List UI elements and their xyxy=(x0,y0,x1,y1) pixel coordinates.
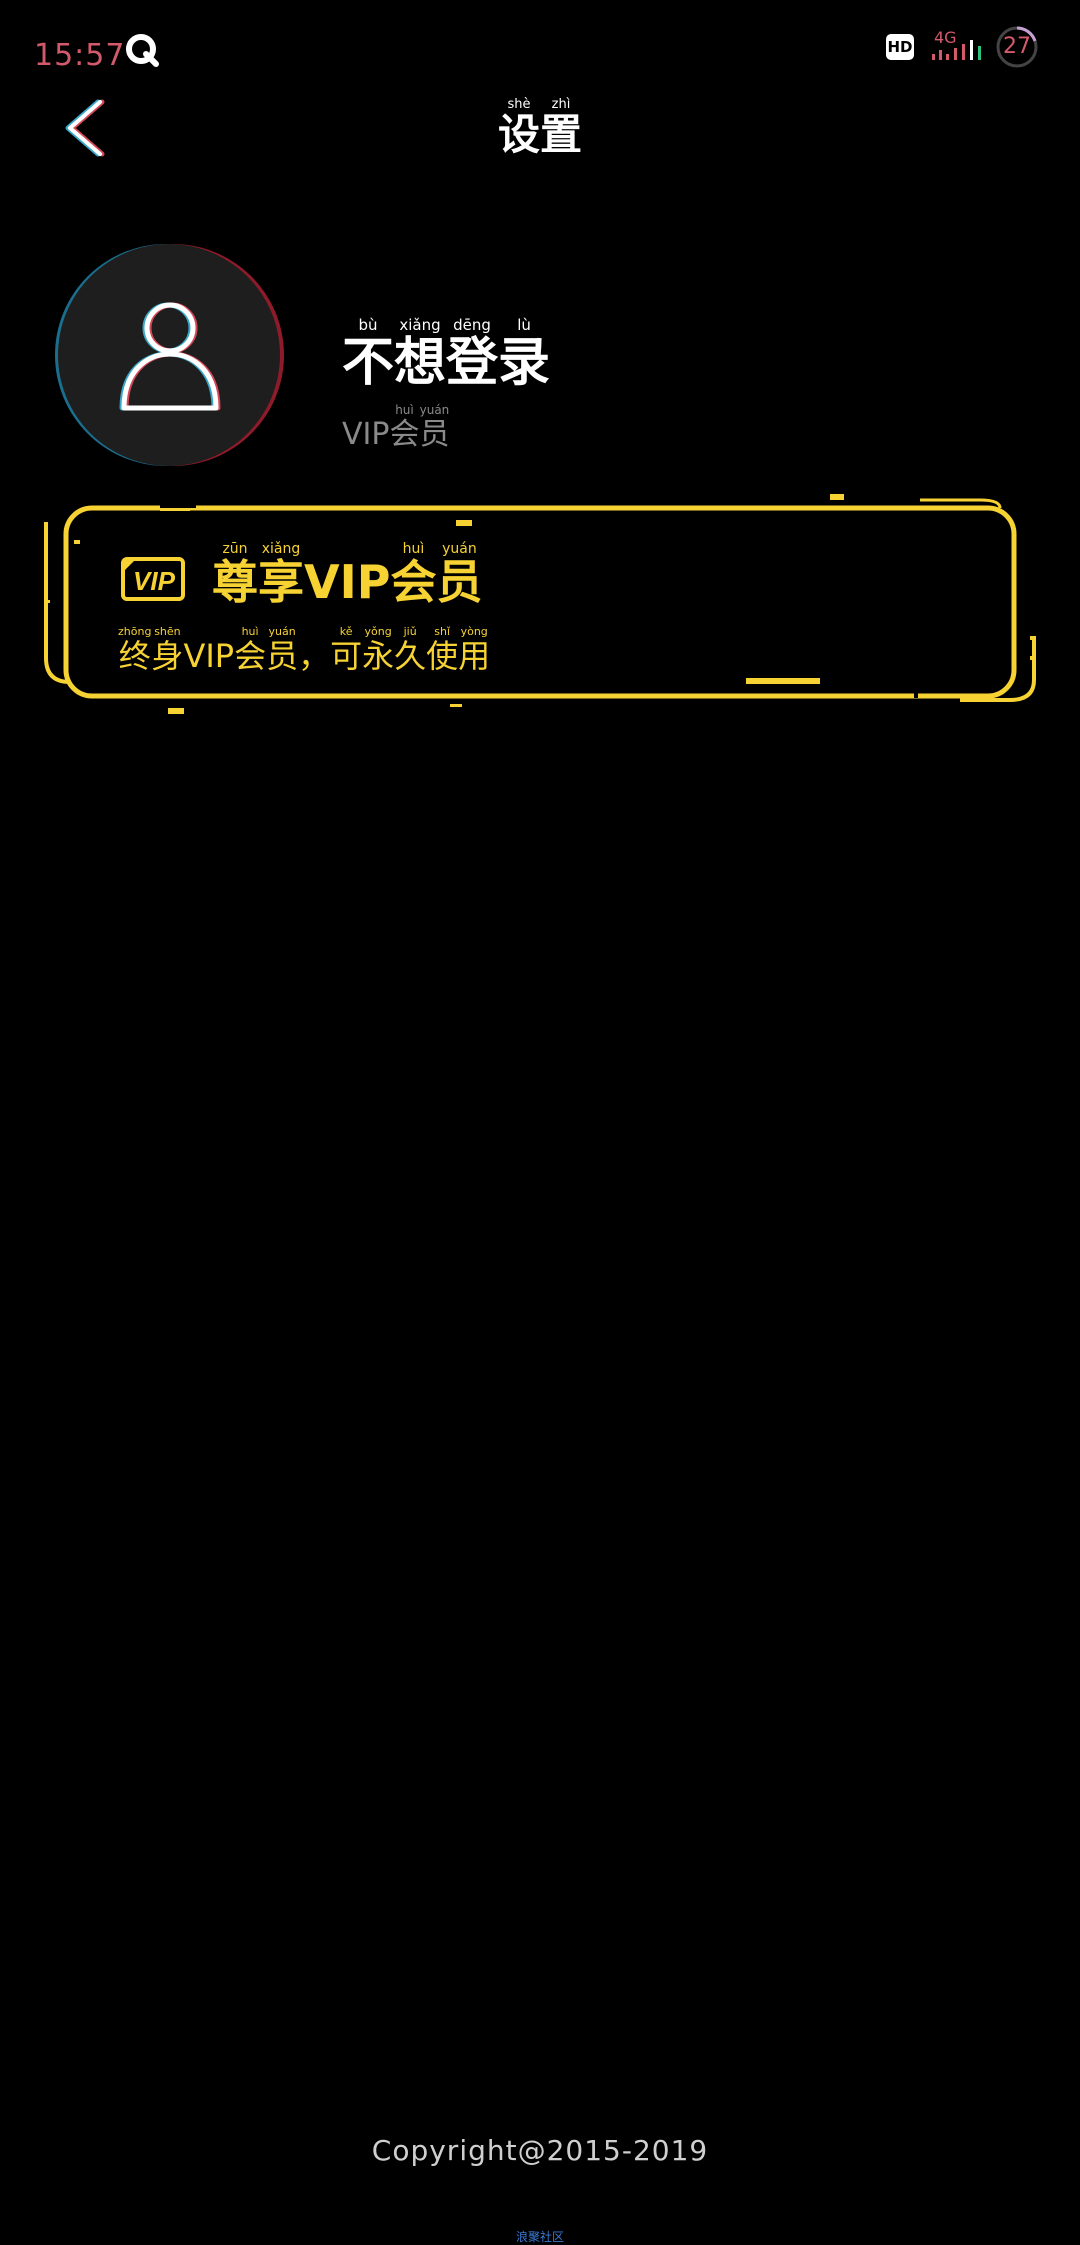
title-char: 设shè xyxy=(497,97,540,159)
user-outline-icon xyxy=(119,302,221,411)
member-status-label: VIP会huì员yuán xyxy=(342,403,450,452)
status-bar: 15:57 HD 4G 27 xyxy=(0,0,1080,100)
signal-strength-icon xyxy=(932,40,981,60)
copyright-text: Copyright@2015-2019 xyxy=(371,2134,709,2167)
username[interactable]: 不bù想xiǎng登dēng录lù xyxy=(342,316,550,395)
q-app-icon xyxy=(126,34,159,67)
vip-card-frame xyxy=(44,494,1036,714)
community-link[interactable]: 浪聚社区 xyxy=(0,2228,1080,2245)
avatar[interactable] xyxy=(58,244,280,466)
hd-badge: HD xyxy=(886,34,914,60)
vip-badge-icon: VIP xyxy=(121,557,185,601)
title-char: 置zhì xyxy=(540,97,583,159)
vip-card-description: 终zhōng身shēnVIP会huì员yuán，可kě永yǒng久jiǔ使shǐ… xyxy=(118,625,491,675)
vip-badge-text: VIP xyxy=(133,566,176,596)
page-title: 设shè置zhì xyxy=(0,97,1080,162)
vip-card-title: 尊zūn享xiǎngVIP会huì员yuán xyxy=(212,541,483,609)
vip-membership-card[interactable]: VIP 尊zūn享xiǎngVIP会huì员yuán 终zhōng身shēnVI… xyxy=(40,490,1040,720)
status-time: 15:57 xyxy=(34,38,126,73)
battery-level: 27 xyxy=(1003,34,1031,59)
